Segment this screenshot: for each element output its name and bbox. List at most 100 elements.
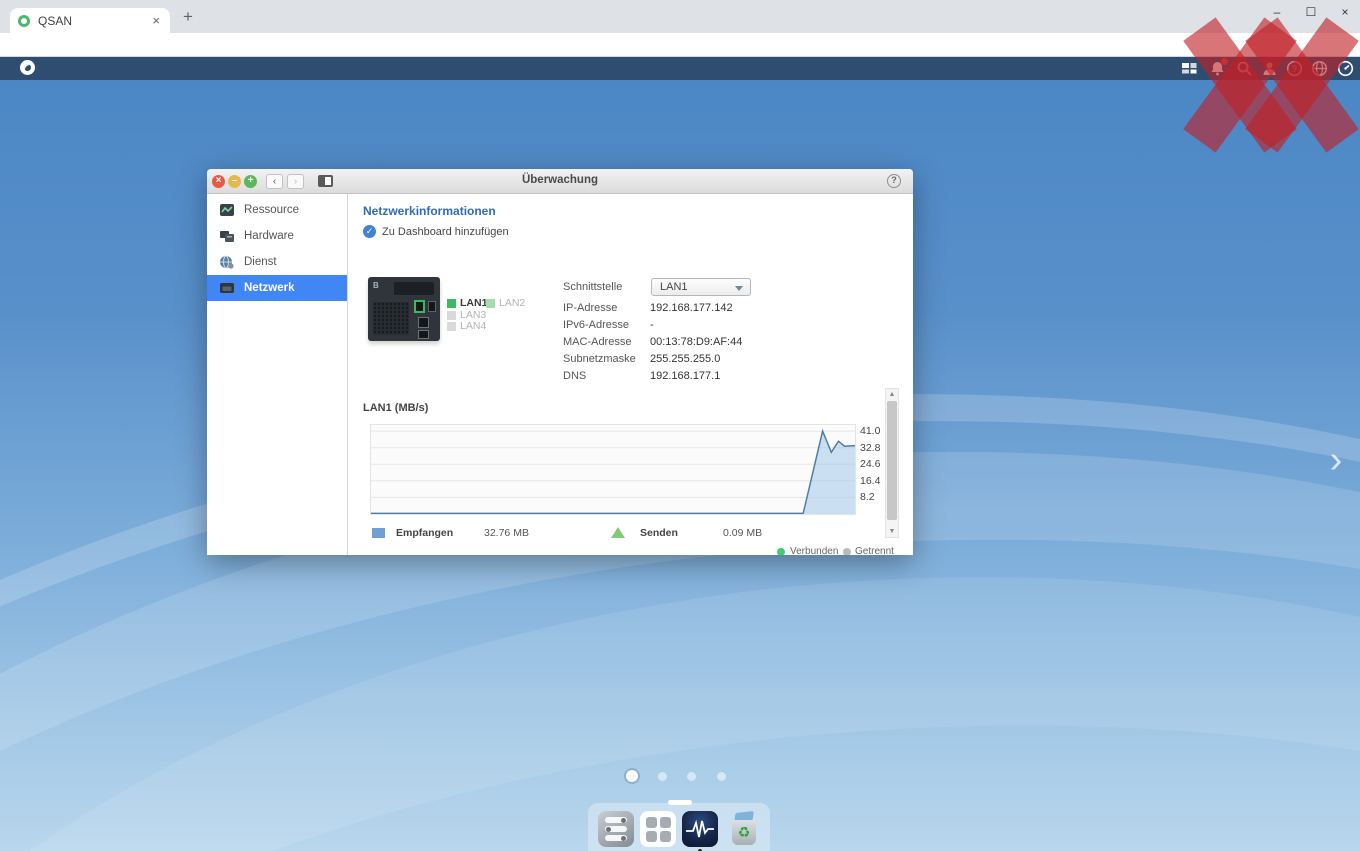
disconnected-dot: [843, 548, 851, 555]
field-label-dns: DNS: [563, 370, 587, 382]
sidebar-item-netzwerk[interactable]: Netzwerk: [207, 275, 347, 301]
lan3-status-square: [447, 311, 456, 320]
svg-text:?: ?: [1292, 64, 1297, 74]
service-globe-icon: [219, 255, 235, 269]
dashboard-checkbox[interactable]: ✓: [363, 225, 376, 238]
browser-toolbar: ← → ⟳ i Nicht sicher | 192.168.177.143 :…: [0, 33, 1360, 88]
browser-tab[interactable]: QSAN ×: [10, 8, 170, 33]
app-grid-icon[interactable]: [640, 811, 676, 847]
sidebar-item-label: Hardware: [244, 230, 294, 242]
lan2-status-square: [486, 299, 495, 308]
qsan-top-bar: [0, 57, 1360, 80]
y-axis-tick: 24.6: [860, 458, 881, 471]
recycle-bin-icon[interactable]: ♻: [726, 811, 762, 847]
window-maximize-button[interactable]: ☐: [1296, 2, 1326, 22]
chevron-down-icon: [735, 286, 743, 291]
monitor-app-icon[interactable]: [682, 811, 718, 847]
sidebar-item-label: Dienst: [244, 256, 277, 268]
user-icon[interactable]: [1261, 60, 1278, 77]
desktop-page-dot-4[interactable]: [717, 772, 726, 781]
new-tab-button[interactable]: +: [183, 7, 193, 27]
lan1-status-square: [447, 299, 456, 308]
lan2-label: LAN2: [499, 297, 526, 309]
content-scrollbar[interactable]: ▲ ▼: [885, 388, 899, 538]
scrollbar-thumb[interactable]: [887, 401, 897, 520]
nas-lan1-port: [414, 300, 425, 313]
search-icon[interactable]: [1236, 60, 1253, 77]
qsan-logo[interactable]: [20, 60, 35, 75]
tab-title: QSAN: [38, 13, 73, 28]
monitoring-window: × – + ‹ › Überwachung ? Ressource Hardwa…: [207, 169, 913, 555]
lan1-label: LAN1: [460, 297, 488, 309]
nas-lan3-port: [418, 317, 429, 328]
received-legend-label: Empfangen: [396, 527, 454, 539]
hardware-icon: [219, 229, 235, 243]
field-label-ip: IP-Adresse: [563, 302, 618, 314]
sidebar-item-label: Netzwerk: [244, 282, 295, 294]
resource-gauge-icon[interactable]: [1337, 60, 1354, 77]
connected-dot: [777, 548, 785, 555]
desktop-page-dot-3[interactable]: [687, 772, 696, 781]
field-value-subnetz: 255.255.255.0: [650, 353, 721, 365]
window-title: Überwachung: [521, 174, 599, 186]
desktop-page-dot-1[interactable]: [626, 770, 638, 782]
field-label-schnittstelle: Schnittstelle: [563, 281, 623, 293]
field-label-mac: MAC-Adresse: [563, 336, 632, 348]
help-icon[interactable]: ?: [1286, 60, 1303, 77]
connected-label: Verbunden: [790, 546, 839, 555]
received-legend-swatch: [372, 528, 385, 538]
dashboard-icon[interactable]: [1181, 60, 1198, 77]
chart-title: LAN1 (MB/s): [363, 402, 429, 414]
notification-bell-icon[interactable]: [1209, 58, 1228, 77]
sidebar-item-dienst[interactable]: Dienst: [207, 249, 347, 275]
qsm-desktop: × – + ‹ › Überwachung ? Ressource Hardwa…: [0, 80, 1360, 851]
language-globe-icon[interactable]: [1311, 60, 1328, 77]
network-icon: [219, 281, 235, 295]
nas-vent-grille: [373, 302, 409, 335]
nas-psu-slot: [394, 282, 434, 295]
sidebar-item-hardware[interactable]: Hardware: [207, 223, 347, 249]
lan-chart-svg: [371, 428, 856, 515]
received-legend-value: 32.76 MB: [484, 527, 529, 539]
scroll-up-icon[interactable]: ▲: [886, 391, 898, 398]
window-close-button[interactable]: ×: [1330, 2, 1360, 22]
lan-throughput-chart: [370, 424, 856, 515]
chart-legend: Empfangen 32.76 MB Senden 0.09 MB: [348, 526, 913, 544]
dock-handle[interactable]: [668, 800, 692, 805]
y-axis-tick: 8.2: [860, 491, 875, 504]
dashboard-checkbox-label: Zu Dashboard hinzufügen: [382, 225, 509, 238]
field-value-ipv6: -: [650, 319, 654, 331]
y-axis-tick: 41.0: [860, 425, 881, 438]
window-help-icon[interactable]: ?: [887, 174, 901, 188]
field-value-dns: 192.168.177.1: [650, 370, 721, 382]
resource-chart-icon: [219, 203, 235, 217]
nas-logo-mark: B: [373, 281, 379, 290]
qsan-favicon: [18, 14, 30, 27]
disconnected-label: Getrennt: [855, 546, 894, 555]
field-label-subnetz: Subnetzmaske: [563, 353, 636, 365]
control-panel-icon[interactable]: [598, 811, 634, 847]
field-value-ip: 192.168.177.142: [650, 302, 733, 314]
network-info-panel: Netzwerkinformationen ✓ Zu Dashboard hin…: [348, 194, 913, 555]
connection-status-legend: Verbunden Getrennt: [348, 545, 913, 555]
sent-legend-swatch: [611, 527, 625, 538]
tab-close-icon[interactable]: ×: [150, 13, 162, 28]
interface-select[interactable]: LAN1: [651, 278, 751, 296]
dock: ♻: [588, 800, 770, 851]
next-page-chevron-icon[interactable]: ›: [1316, 432, 1356, 488]
y-axis-tick: 32.8: [860, 441, 881, 454]
browser-tab-strip: QSAN × + – ☐ ×: [0, 0, 1360, 33]
nas-lan4-port: [418, 330, 429, 339]
panel-heading: Netzwerkinformationen: [363, 204, 496, 218]
y-axis-tick: 16.4: [860, 474, 881, 487]
interface-select-value: LAN1: [660, 281, 688, 293]
field-value-mac: 00:13:78:D9:AF:44: [650, 336, 743, 348]
lan4-status-square: [447, 322, 456, 331]
desktop-page-dot-2[interactable]: [658, 772, 667, 781]
sent-legend-label: Senden: [640, 527, 678, 539]
sidebar-item-label: Ressource: [244, 204, 299, 216]
sidebar-item-ressource[interactable]: Ressource: [207, 197, 347, 223]
monitoring-sidebar: Ressource Hardware Dienst Netzwerk: [207, 194, 348, 555]
window-minimize-button[interactable]: –: [1262, 2, 1292, 22]
window-titlebar[interactable]: × – + ‹ › Überwachung ?: [207, 169, 913, 194]
